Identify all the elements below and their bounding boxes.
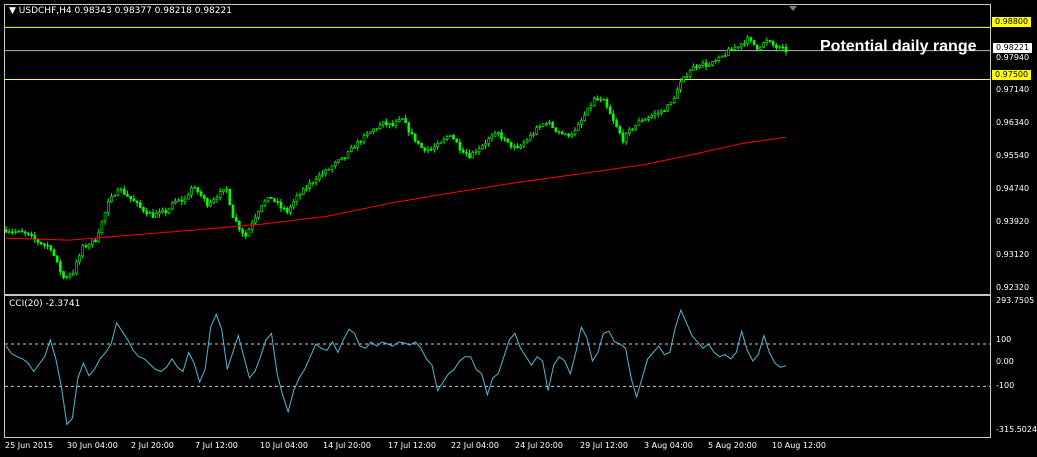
price-tick-label: 0.97940 [996, 53, 1030, 62]
time-tick-label: 29 Jul 12:00 [580, 441, 628, 450]
potential-daily-range-annotation[interactable]: Potential daily range [820, 38, 976, 56]
chart-window[interactable]: ▼ USDCHF,H4 0.98343 0.98377 0.98218 0.98… [0, 0, 1037, 457]
cci-tick-label: -100 [996, 381, 1015, 390]
price-tick-label: 0.93920 [996, 217, 1030, 226]
ohlc-values-label: 0.98343 0.98377 0.98218 0.98221 [74, 6, 232, 16]
time-tick-label: 30 Jun 04:00 [67, 441, 118, 450]
time-tick-label: 14 Jul 20:00 [323, 441, 371, 450]
time-tick-label: 25 Jun 2015 [5, 441, 54, 450]
time-tick-label: 5 Aug 20:00 [708, 441, 757, 450]
cci-tick-label: 293.7505 [996, 296, 1035, 305]
time-tick-label: 10 Aug 12:00 [772, 441, 826, 450]
time-tick-label: 7 Jul 12:00 [195, 441, 238, 450]
cci-tick-label: 0.00 [996, 357, 1014, 366]
cci-tick-label: 100 [996, 335, 1012, 344]
time-tick-label: 10 Jul 04:00 [260, 441, 308, 450]
price-chart-header: ▼ USDCHF,H4 0.98343 0.98377 0.98218 0.98… [9, 6, 232, 16]
time-tick-label: 22 Jul 04:00 [451, 441, 499, 450]
price-tick-label: 0.95540 [996, 151, 1030, 160]
price-tick-label: 0.94740 [996, 184, 1030, 193]
time-tick-label: 17 Jul 12:00 [388, 441, 436, 450]
dropdown-triangle-icon[interactable]: ▼ [9, 6, 16, 16]
price-box-upper-level: 0.98800 [992, 17, 1032, 27]
cci-header-label: CCI(20) -2.3741 [9, 299, 81, 309]
time-tick-label: 24 Jul 20:00 [515, 441, 563, 450]
time-tick-label: 2 Jul 20:00 [131, 441, 174, 450]
time-tick-label: 3 Aug 04:00 [644, 441, 693, 450]
symbol-timeframe-label: USDCHF,H4 [18, 6, 72, 16]
price-tick-label: 0.92320 [996, 283, 1030, 292]
cci-subwindow-frame [4, 295, 991, 438]
price-tick-label: 0.96340 [996, 118, 1030, 127]
price-box-lower-level: 0.97500 [992, 70, 1032, 80]
price-tick-label: 0.93120 [996, 250, 1030, 259]
price-tick-label: 0.97140 [996, 85, 1030, 94]
cci-tick-label: -315.5024 [996, 425, 1037, 434]
